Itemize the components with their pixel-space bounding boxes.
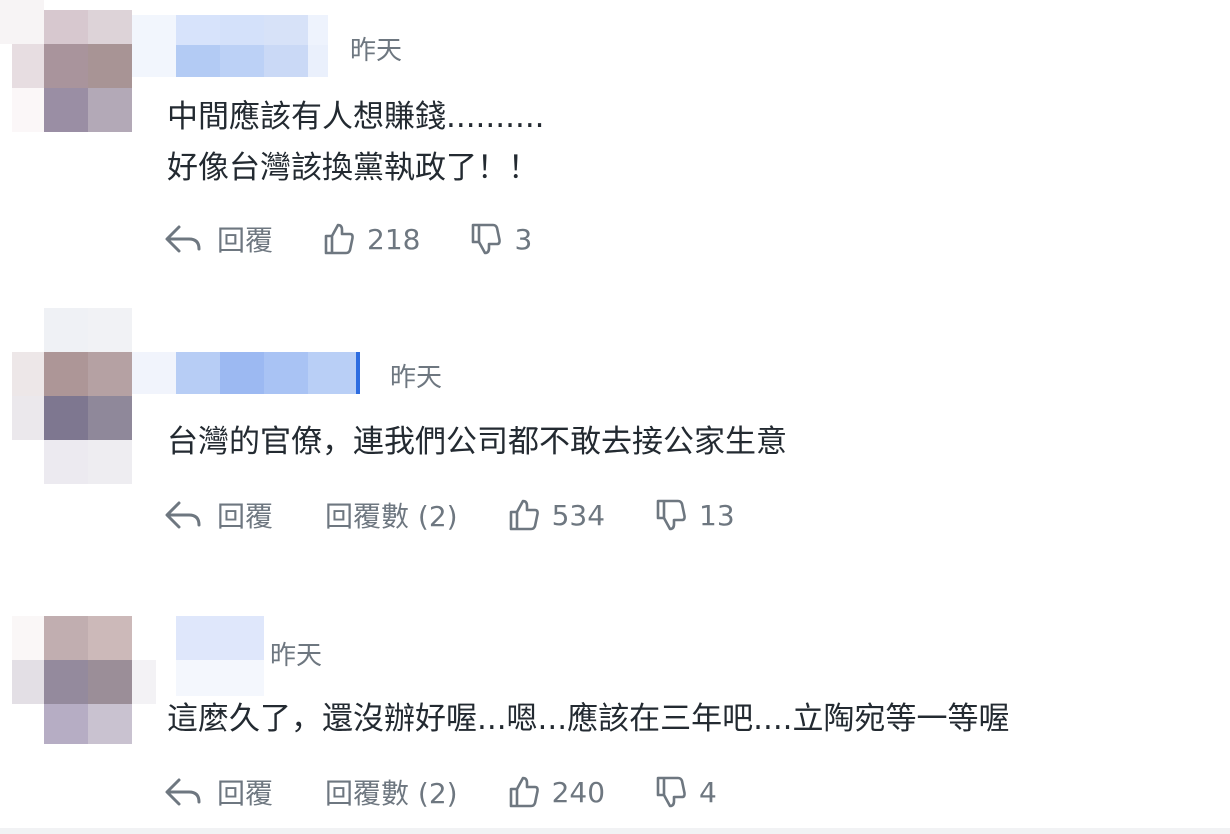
thumbs-down-icon <box>655 775 687 809</box>
timestamp: 昨天 <box>270 641 323 671</box>
like-button[interactable]: 218 <box>323 222 420 256</box>
comment-text-line: 這麼久了，還沒辦好喔...嗯...應該在三年吧....立陶宛等一等喔 <box>167 701 1010 737</box>
like-button[interactable]: 534 <box>508 498 605 532</box>
comment-actions: 回覆 回覆數 (2) 240 4 <box>163 772 717 812</box>
thumbs-up-icon <box>508 775 540 809</box>
avatar[interactable] <box>0 616 156 748</box>
view-replies-button[interactable]: 回覆數 (2) <box>325 772 458 812</box>
replies-count-label: 回覆數 (2) <box>325 500 458 533</box>
comment-text-line: 中間應該有人想賺錢.......... <box>167 99 545 135</box>
dislike-count: 3 <box>514 222 533 256</box>
view-replies-button[interactable]: 回覆數 (2) <box>325 495 458 535</box>
bottom-divider <box>0 828 1230 834</box>
reply-label: 回覆 <box>217 224 274 257</box>
reply-button[interactable]: 回覆 <box>163 772 273 812</box>
thumbs-down-icon <box>655 498 687 532</box>
thumbs-up-icon <box>323 222 355 256</box>
comment-actions: 回覆 218 3 <box>163 219 532 259</box>
reply-button[interactable]: 回覆 <box>163 495 273 535</box>
avatar[interactable] <box>0 308 132 484</box>
comment-text-line: 台灣的官僚，連我們公司都不敢去接公家生意 <box>167 424 787 460</box>
timestamp: 昨天 <box>350 36 403 66</box>
dislike-count: 4 <box>699 775 717 809</box>
dislike-button[interactable]: 3 <box>470 222 532 256</box>
like-count: 218 <box>367 222 421 256</box>
dislike-count: 13 <box>699 498 735 532</box>
avatar[interactable] <box>0 0 132 132</box>
dislike-button[interactable]: 13 <box>655 498 735 532</box>
thumbs-down-icon <box>470 222 502 256</box>
like-button[interactable]: 240 <box>508 775 605 809</box>
username-redacted[interactable] <box>132 352 360 394</box>
reply-arrow-icon <box>163 222 203 256</box>
timestamp: 昨天 <box>390 363 443 393</box>
reply-arrow-icon <box>163 498 203 532</box>
reply-arrow-icon <box>163 775 203 809</box>
comment-text-line: 好像台灣該換黨執政了！！ <box>167 150 539 186</box>
reply-label: 回覆 <box>217 500 274 533</box>
replies-count-label: 回覆數 (2) <box>325 777 458 810</box>
comment-actions: 回覆 回覆數 (2) 534 13 <box>163 495 735 535</box>
username-redacted[interactable] <box>176 616 264 696</box>
reply-label: 回覆 <box>217 777 274 810</box>
username-redacted[interactable] <box>132 15 328 77</box>
thumbs-up-icon <box>508 498 540 532</box>
like-count: 534 <box>551 498 606 532</box>
like-count: 240 <box>551 775 606 809</box>
reply-button[interactable]: 回覆 <box>163 219 273 259</box>
dislike-button[interactable]: 4 <box>655 775 717 809</box>
